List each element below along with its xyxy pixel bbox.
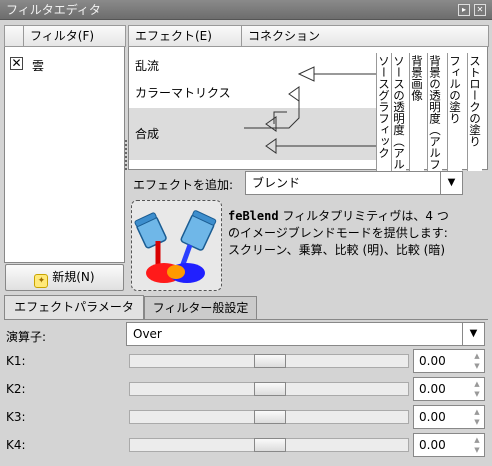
k1-slider-thumb[interactable] [254, 354, 286, 368]
spin-down-icon[interactable]: ▼ [472, 390, 482, 399]
connection-line [244, 96, 300, 129]
k1-label: K1: [6, 354, 26, 368]
add-effect-select[interactable]: ブレンド ▼ [245, 171, 463, 195]
close-icon[interactable]: ✕ [474, 4, 486, 16]
input-background-alpha[interactable]: 背景の透明度（アルファ） [427, 53, 442, 171]
operator-label: 演算子: [6, 330, 47, 344]
k2-slider-thumb[interactable] [254, 382, 286, 396]
new-filter-label: 新規(N) [52, 270, 95, 284]
chevron-down-icon[interactable]: ▼ [440, 172, 462, 194]
k1-slider[interactable] [129, 354, 409, 368]
connection-input-composite-2 [265, 138, 277, 154]
window-title: フィルタエディタ [6, 3, 101, 17]
input-source-graphic[interactable]: ソースグラフィック [376, 53, 391, 171]
new-star-icon: ✦ [34, 274, 49, 288]
filter-row[interactable]: ✕ 雲 [5, 54, 124, 74]
k1-value: 0.00 [419, 354, 446, 368]
spin-up-icon[interactable]: ▲ [472, 408, 482, 417]
spin-up-icon[interactable]: ▲ [472, 436, 482, 445]
new-filter-button[interactable]: ✦ 新規(N) [5, 264, 124, 291]
input-stroke-paint[interactable]: ストロークの塗り [467, 53, 482, 171]
k2-slider[interactable] [129, 382, 409, 396]
spin-down-icon[interactable]: ▼ [472, 418, 482, 427]
add-effect-label: エフェクトを追加: [133, 178, 234, 192]
effect-description: feBlend フィルタプリミティヴは、4 つのイメージブレンドモードを提供しま… [228, 208, 456, 259]
minimize-icon[interactable]: ▸ [458, 4, 470, 16]
effects-list: エフェクト(E) コネクション 乱流 カラーマトリクス 合成 ソースグラフィック… [128, 25, 489, 171]
k4-label: K4: [6, 438, 26, 452]
k2-label: K2: [6, 382, 26, 396]
spin-up-icon[interactable]: ▲ [472, 380, 482, 389]
operator-select[interactable]: Over ▼ [126, 322, 485, 346]
k3-slider[interactable] [129, 410, 409, 424]
effect-description-name: feBlend [228, 209, 279, 223]
k3-value: 0.00 [419, 410, 446, 424]
title-bar: フィルタエディタ ▸ ✕ [0, 0, 492, 20]
k3-label: K3: [6, 410, 26, 424]
k3-slider-thumb[interactable] [254, 410, 286, 424]
spin-up-icon[interactable]: ▲ [472, 352, 482, 361]
k1-spinbox[interactable]: 0.00 ▲ ▼ [413, 349, 485, 373]
tab-filter-general[interactable]: フィルター般設定 [144, 296, 257, 320]
input-background-image[interactable]: 背景画像 [409, 53, 424, 171]
k4-value: 0.00 [419, 438, 446, 452]
filter-column-header[interactable]: フィルタ(F) [23, 25, 126, 47]
k4-spinbox[interactable]: 0.00 ▲ ▼ [413, 433, 485, 457]
tab-panel-border [4, 319, 488, 320]
connection-input-turbulence [297, 66, 315, 82]
connection-input-colormatrix [288, 86, 300, 102]
input-fill-paint[interactable]: フィルの塗り [447, 53, 462, 171]
blend-illustration-icon [134, 210, 217, 283]
filter-name: 雲 [32, 59, 45, 73]
chevron-down-icon[interactable]: ▼ [462, 323, 484, 345]
k4-slider[interactable] [129, 438, 409, 452]
spin-down-icon[interactable]: ▼ [472, 362, 482, 371]
filter-enabled-checkbox[interactable]: ✕ [10, 57, 23, 70]
k3-spinbox[interactable]: 0.00 ▲ ▼ [413, 405, 485, 429]
tab-effect-parameters[interactable]: エフェクトパラメータ [4, 295, 144, 320]
filter-column-blank [4, 25, 24, 47]
filter-list: フィルタ(F) ✕ 雲 [4, 25, 126, 263]
k4-slider-thumb[interactable] [254, 438, 286, 452]
k2-spinbox[interactable]: 0.00 ▲ ▼ [413, 377, 485, 401]
spin-down-icon[interactable]: ▼ [472, 446, 482, 455]
blend-effect-icon [131, 200, 222, 291]
k2-value: 0.00 [419, 382, 446, 396]
input-source-alpha[interactable]: ソースの透明度（アルファ） [391, 53, 406, 171]
add-effect-value: ブレンド [252, 176, 301, 190]
operator-value: Over [133, 327, 162, 341]
